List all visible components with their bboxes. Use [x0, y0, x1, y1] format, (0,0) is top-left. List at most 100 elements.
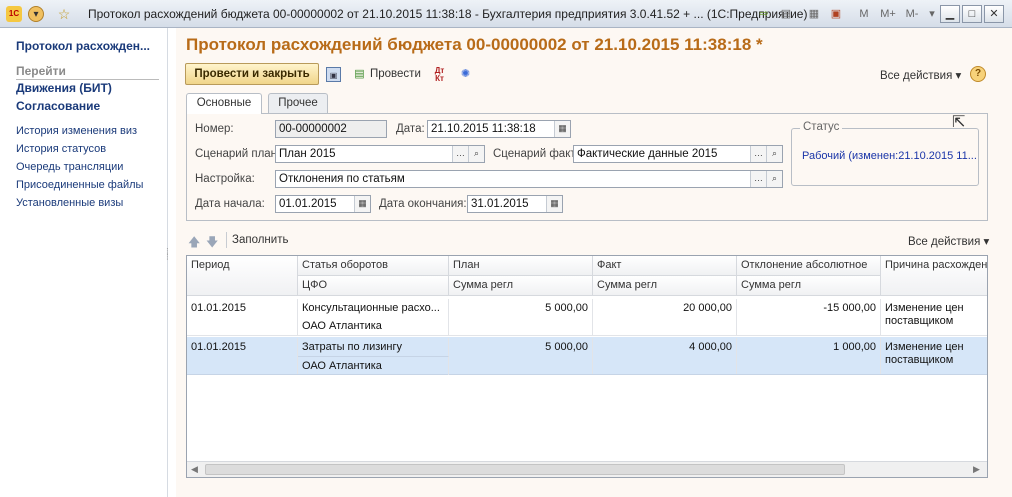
main-menu-icon[interactable]: ▾ — [28, 6, 44, 22]
col-header-cfo[interactable]: ЦФО — [298, 276, 449, 296]
mouse-cursor-icon: ⇱ — [952, 114, 966, 131]
choose-icon[interactable]: … — [750, 171, 766, 187]
help-icon[interactable]: ? — [970, 66, 986, 82]
number-label: Номер: — [195, 123, 234, 135]
maximize-button[interactable]: □ — [962, 5, 982, 23]
end-date-field[interactable]: 31.01.2015 ▦ — [467, 195, 563, 213]
move-down-icon[interactable]: 🡇 — [206, 233, 218, 254]
page-icon[interactable]: ▤ — [778, 6, 794, 22]
tab-main[interactable]: Основные — [186, 93, 262, 114]
save-icon[interactable]: ▣ — [326, 67, 341, 82]
cell-period[interactable]: 01.01.2015 — [187, 299, 298, 335]
cell-fact[interactable]: 4 000,00 — [593, 338, 737, 374]
end-date-value: 31.01.2015 — [471, 198, 529, 210]
calendar-icon[interactable]: ▣ — [828, 6, 844, 22]
fact-scenario-field[interactable]: Фактические данные 2015 … ⌕ — [573, 145, 783, 163]
scroll-right-icon[interactable]: ▶ — [973, 464, 980, 475]
plan-scenario-field[interactable]: План 2015 … ⌕ — [275, 145, 485, 163]
cell-reason[interactable]: Изменение цен поставщиком — [881, 299, 987, 328]
sidebar-link-visa-history[interactable]: История изменения виз — [16, 125, 137, 137]
cell-cfo[interactable]: ОАО Атлантика — [298, 317, 449, 335]
sidebar-link-attached-files[interactable]: Присоединенные файлы — [16, 179, 143, 191]
calendar-picker-icon[interactable]: ▦ — [354, 196, 370, 212]
date-field[interactable]: 21.10.2015 11:38:18 ▦ — [427, 120, 571, 138]
all-actions-menu[interactable]: Все действия ▾ — [880, 68, 961, 82]
setting-value: Отклонения по статьям — [279, 173, 405, 185]
search-icon[interactable]: ⌕ — [766, 171, 782, 187]
sidebar-link-movements[interactable]: Движения (БИТ) — [16, 81, 112, 95]
sidebar-link-translation-queue[interactable]: Очередь трансляции — [16, 161, 123, 173]
choose-icon[interactable]: … — [452, 146, 468, 162]
memory-minus-button[interactable]: M- — [902, 6, 922, 22]
plan-scenario-value: План 2015 — [279, 148, 336, 160]
table-all-actions-label: Все действия — [908, 236, 981, 248]
cell-item[interactable]: Затраты по лизингу — [298, 338, 449, 356]
memory-m-button[interactable]: M — [856, 6, 872, 22]
panel-splitter[interactable]: ⁝ ⁝ — [166, 247, 169, 262]
document-form: Протокол расхождений бюджета 00-00000002… — [176, 28, 1012, 497]
lightbulb-icon[interactable]: ✺ — [458, 67, 473, 82]
status-group-title: Статус — [800, 121, 843, 133]
choose-icon[interactable]: … — [750, 146, 766, 162]
calendar-picker-icon[interactable]: ▦ — [554, 121, 570, 137]
col-header-fact[interactable]: Факт — [593, 256, 737, 276]
deviations-table[interactable]: Период Статья оборотов План Факт Отклоне… — [186, 255, 988, 478]
cell-item[interactable]: Консультационные расхо... — [298, 299, 449, 317]
post-button[interactable]: Провести — [370, 68, 421, 80]
col-header-plan[interactable]: План — [449, 256, 593, 276]
cell-period[interactable]: 01.01.2015 — [187, 338, 298, 374]
dt-kt-icon[interactable]: Дт Кт — [432, 67, 447, 83]
col-header-deviation[interactable]: Отклонение абсолютное — [737, 256, 881, 276]
post-icon[interactable]: ▤ — [352, 67, 367, 82]
toolbar-dropdown-icon[interactable]: ▾ — [924, 6, 940, 22]
col-header-fact-sum[interactable]: Сумма регл — [593, 276, 737, 296]
sidebar-doc-link[interactable]: Протокол расхожден... — [16, 39, 150, 53]
start-date-label: Дата начала: — [195, 198, 265, 210]
search-icon[interactable]: ⌕ — [468, 146, 484, 162]
cell-deviation[interactable]: -15 000,00 — [737, 299, 881, 335]
sidebar-link-approval[interactable]: Согласование — [16, 99, 100, 113]
table-row[interactable]: 01.01.2015 Затраты по лизингу ОАО Атлант… — [187, 337, 987, 375]
status-link[interactable]: Рабочий (изменен:21.10.2015 11... — [802, 150, 978, 162]
cell-fact[interactable]: 20 000,00 — [593, 299, 737, 335]
cell-deviation[interactable]: 1 000,00 — [737, 338, 881, 374]
horizontal-scrollbar[interactable]: ◀ ▶ — [187, 461, 987, 477]
back-forward-icon[interactable]: ⇨ — [756, 6, 772, 22]
all-actions-label: Все действия — [880, 70, 953, 82]
minimize-button[interactable]: ▁ — [940, 5, 960, 23]
number-field[interactable]: 00-00000002 — [275, 120, 387, 138]
col-header-period[interactable]: Период — [187, 256, 298, 296]
search-icon[interactable]: ⌕ — [766, 146, 782, 162]
memory-plus-button[interactable]: M+ — [878, 6, 898, 22]
table-all-actions-menu[interactable]: Все действия ▾ — [908, 234, 989, 248]
cell-plan[interactable]: 5 000,00 — [449, 338, 593, 374]
start-date-value: 01.01.2015 — [279, 198, 337, 210]
col-header-plan-sum[interactable]: Сумма регл — [449, 276, 593, 296]
cell-reason[interactable]: Изменение цен поставщиком — [881, 338, 987, 367]
post-and-close-button[interactable]: Провести и закрыть — [185, 63, 319, 85]
col-header-item[interactable]: Статья оборотов — [298, 256, 449, 276]
fact-scenario-value: Фактические данные 2015 — [577, 148, 718, 160]
move-up-icon[interactable]: 🡅 — [188, 233, 200, 254]
table-row[interactable]: 01.01.2015 Консультационные расхо... ОАО… — [187, 298, 987, 336]
close-button[interactable]: ✕ — [984, 5, 1004, 23]
col-header-reason[interactable]: Причина расхождени — [881, 256, 987, 296]
col-header-deviation-sum[interactable]: Сумма регл — [737, 276, 881, 296]
tab-other[interactable]: Прочее — [268, 93, 328, 113]
favorites-star-icon[interactable]: ☆ — [56, 6, 72, 22]
calculator-icon[interactable]: ▦ — [806, 6, 822, 22]
scroll-left-icon[interactable]: ◀ — [191, 464, 198, 475]
window-titlebar: 1С ▾ ☆ Протокол расхождений бюджета 00-0… — [0, 0, 1012, 28]
calendar-picker-icon[interactable]: ▦ — [546, 196, 562, 212]
sidebar-link-installed-visas[interactable]: Установленные визы — [16, 197, 123, 209]
cell-plan[interactable]: 5 000,00 — [449, 299, 593, 335]
setting-field[interactable]: Отклонения по статьям … ⌕ — [275, 170, 783, 188]
app-logo-icon[interactable]: 1С — [6, 6, 22, 22]
start-date-field[interactable]: 01.01.2015 ▦ — [275, 195, 371, 213]
date-label: Дата: — [396, 123, 425, 135]
fill-button[interactable]: Заполнить — [232, 234, 288, 246]
cell-cfo[interactable]: ОАО Атлантика — [298, 356, 449, 375]
navigation-panel: Протокол расхожден... Перейти Движения (… — [0, 28, 168, 497]
scrollbar-thumb[interactable] — [205, 464, 845, 475]
sidebar-link-status-history[interactable]: История статусов — [16, 143, 106, 155]
